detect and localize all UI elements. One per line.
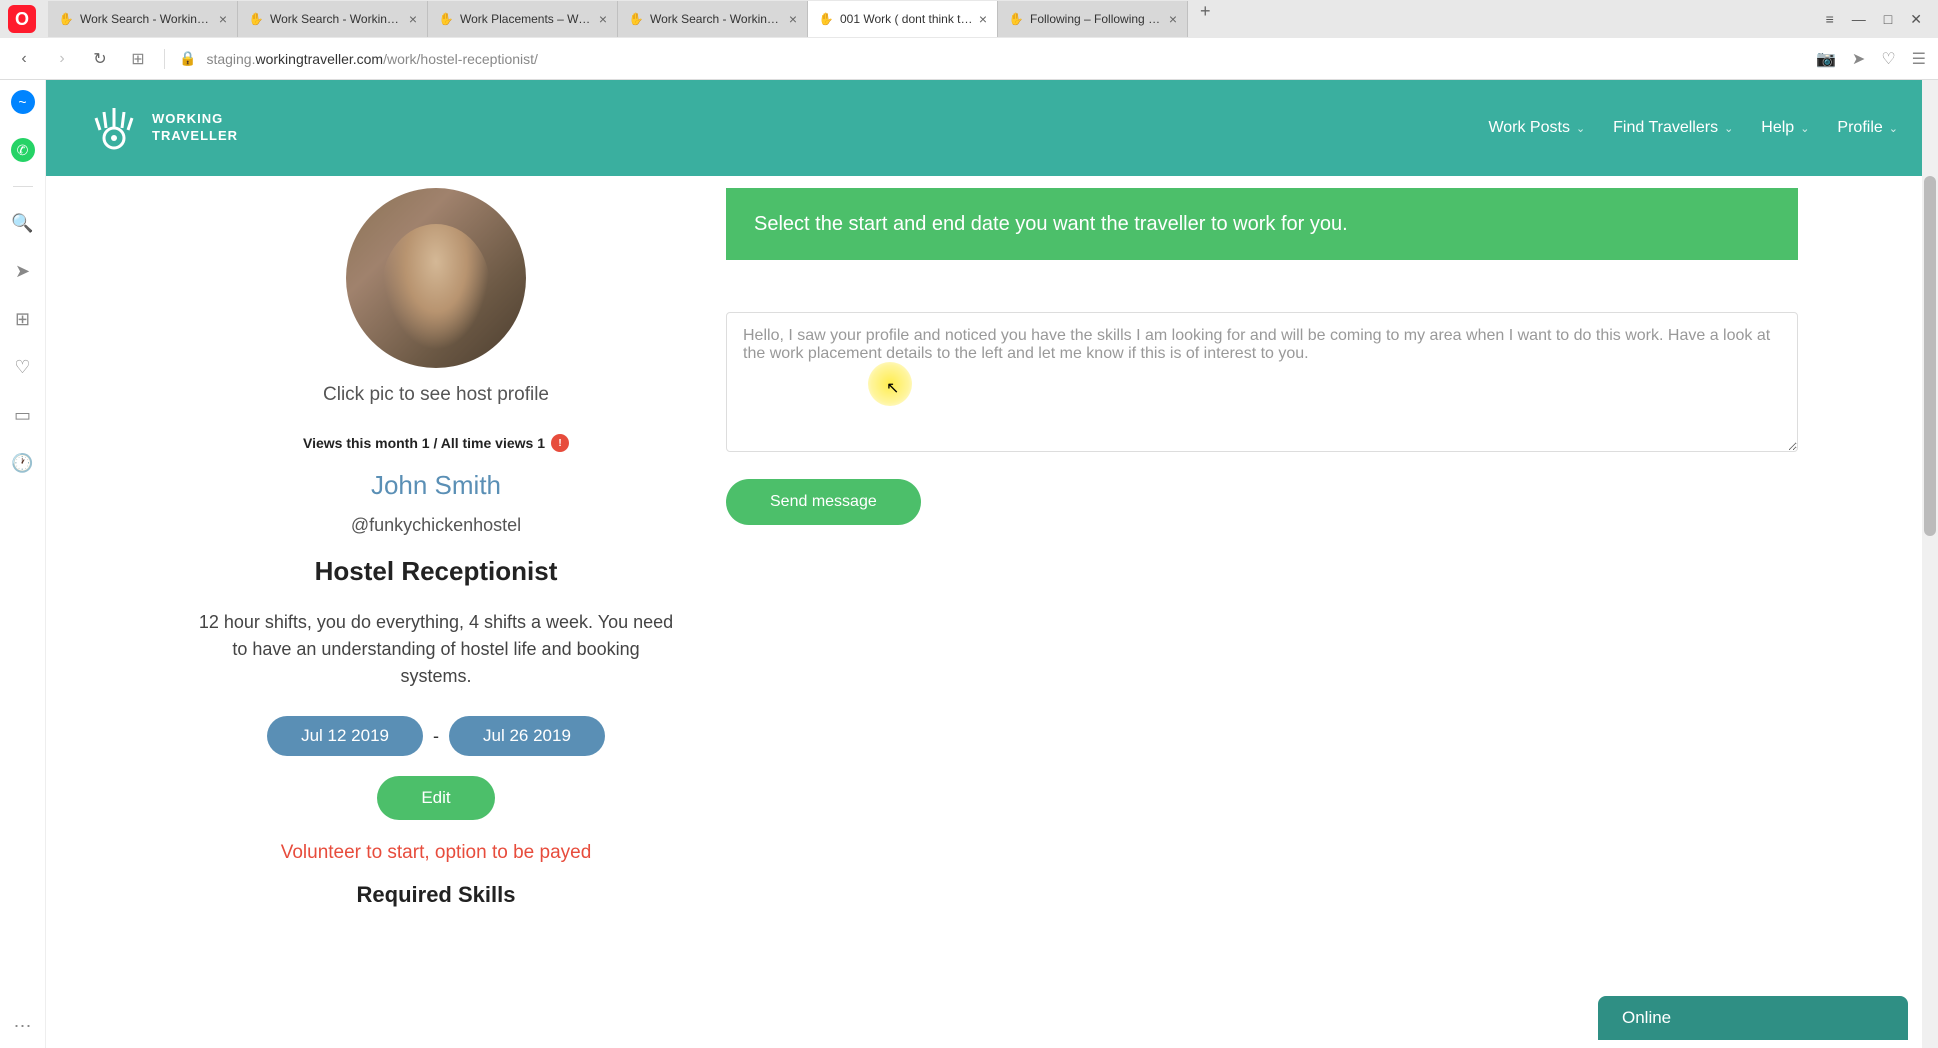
host-name-link[interactable]: John Smith <box>186 470 686 501</box>
chevron-down-icon: ⌄ <box>1724 122 1733 135</box>
avatar[interactable] <box>346 188 526 368</box>
profile-panel: Click pic to see host profile Views this… <box>186 188 686 908</box>
address-bar: ‹ › ↻ ⊞ 🔒 staging.workingtraveller.com/w… <box>0 38 1938 80</box>
chat-status-bar[interactable]: Online <box>1598 996 1908 1040</box>
forward-button[interactable]: › <box>50 47 74 71</box>
main-nav: Work Posts⌄ Find Travellers⌄ Help⌄ Profi… <box>1488 119 1898 137</box>
url-field[interactable]: 🔒 staging.workingtraveller.com/work/host… <box>179 50 1802 67</box>
reload-button[interactable]: ↻ <box>88 47 112 71</box>
favicon-icon: ✋ <box>58 11 74 27</box>
personal-news-icon[interactable]: ➤ <box>11 259 35 283</box>
tab-2[interactable]: ✋Work Search - Working Tra× <box>238 1 428 37</box>
heart-icon[interactable]: ♡ <box>1881 49 1895 69</box>
minimize-button[interactable]: — <box>1852 11 1866 27</box>
volunteer-note: Volunteer to start, option to be payed <box>186 842 686 864</box>
bookmarks-heart-icon[interactable]: ♡ <box>11 355 35 379</box>
search-icon[interactable]: 🔍 <box>11 211 35 235</box>
favicon-icon: ✋ <box>438 11 454 27</box>
snapshot-icon[interactable]: 📷 <box>1816 49 1836 69</box>
tab-menu-icon[interactable]: ≡ <box>1826 11 1834 27</box>
message-textarea[interactable] <box>726 312 1798 452</box>
site-header: WORKINGTRAVELLER Work Posts⌄ Find Travel… <box>46 80 1938 176</box>
nav-find-travellers[interactable]: Find Travellers⌄ <box>1613 119 1733 137</box>
maximize-button[interactable]: □ <box>1884 11 1892 27</box>
opera-sidebar: ~ ✆ 🔍 ➤ ⊞ ♡ ▭ 🕐 ⋯ <box>0 80 46 1048</box>
history-icon[interactable]: 🕐 <box>11 451 35 475</box>
close-icon[interactable]: × <box>979 11 987 27</box>
speed-dial-icon[interactable]: ⊞ <box>126 47 150 71</box>
nav-help[interactable]: Help⌄ <box>1761 119 1809 137</box>
close-icon[interactable]: × <box>789 11 797 27</box>
start-date-pill[interactable]: Jul 12 2019 <box>267 716 423 756</box>
info-banner: Select the start and end date you want t… <box>726 188 1798 260</box>
logo-text: WORKINGTRAVELLER <box>152 111 238 145</box>
required-skills-heading: Required Skills <box>186 882 686 908</box>
back-button[interactable]: ‹ <box>12 47 36 71</box>
close-icon[interactable]: × <box>1169 11 1177 27</box>
job-title: Hostel Receptionist <box>186 556 686 587</box>
close-icon[interactable]: × <box>599 11 607 27</box>
window-controls: ≡ — □ ✕ <box>1810 11 1938 28</box>
message-panel: Select the start and end date you want t… <box>726 188 1798 908</box>
page-content: WORKINGTRAVELLER Work Posts⌄ Find Travel… <box>46 80 1938 1048</box>
sidebar-more-icon[interactable]: ⋯ <box>11 1024 35 1048</box>
nav-profile[interactable]: Profile⌄ <box>1837 119 1898 137</box>
logo-hand-icon <box>86 100 142 156</box>
send-icon[interactable]: ➤ <box>1852 49 1865 69</box>
tab-4[interactable]: ✋Work Search - Working Tra× <box>618 1 808 37</box>
easy-setup-icon[interactable]: ☰ <box>1912 49 1926 69</box>
favicon-icon: ✋ <box>248 11 264 27</box>
chevron-down-icon: ⌄ <box>1800 122 1809 135</box>
favicon-icon: ✋ <box>818 11 834 27</box>
close-window-button[interactable]: ✕ <box>1910 11 1922 28</box>
whatsapp-icon[interactable]: ✆ <box>11 138 35 162</box>
avatar-caption: Click pic to see host profile <box>186 384 686 406</box>
nav-work-posts[interactable]: Work Posts⌄ <box>1488 119 1585 137</box>
job-description: 12 hour shifts, you do everything, 4 shi… <box>186 609 686 690</box>
close-icon[interactable]: × <box>409 11 417 27</box>
snapshots-icon[interactable]: ▭ <box>11 403 35 427</box>
new-tab-button[interactable]: + <box>1188 1 1223 37</box>
lock-icon: 🔒 <box>179 50 196 67</box>
scrollbar-track[interactable] <box>1922 80 1938 1048</box>
tab-3[interactable]: ✋Work Placements – Work P× <box>428 1 618 37</box>
scrollbar-thumb[interactable] <box>1924 176 1936 536</box>
tab-1[interactable]: ✋Work Search - Working Tra× <box>48 1 238 37</box>
tabs: ✋Work Search - Working Tra× ✋Work Search… <box>48 1 1810 37</box>
host-handle: @funkychickenhostel <box>186 515 686 536</box>
favicon-icon: ✋ <box>628 11 644 27</box>
opera-menu-button[interactable]: O <box>8 5 36 33</box>
alert-badge-icon[interactable]: ! <box>551 434 569 452</box>
send-message-button[interactable]: Send message <box>726 479 921 525</box>
chevron-down-icon: ⌄ <box>1889 122 1898 135</box>
end-date-pill[interactable]: Jul 26 2019 <box>449 716 605 756</box>
views-counter: Views this month 1 / All time views 1 ! <box>186 434 686 452</box>
tab-6[interactable]: ✋Following – Following – Jo× <box>998 1 1188 37</box>
chevron-down-icon: ⌄ <box>1576 122 1585 135</box>
edit-button[interactable]: Edit <box>377 776 494 820</box>
speed-dial-sidebar-icon[interactable]: ⊞ <box>11 307 35 331</box>
logo[interactable]: WORKINGTRAVELLER <box>86 100 238 156</box>
tab-bar: O ✋Work Search - Working Tra× ✋Work Sear… <box>0 0 1938 38</box>
tab-5-active[interactable]: ✋001 Work ( dont think this× <box>808 1 998 37</box>
messenger-icon[interactable]: ~ <box>11 90 35 114</box>
favicon-icon: ✋ <box>1008 11 1024 27</box>
close-icon[interactable]: × <box>219 11 227 27</box>
date-range: Jul 12 2019 - Jul 26 2019 <box>186 716 686 756</box>
